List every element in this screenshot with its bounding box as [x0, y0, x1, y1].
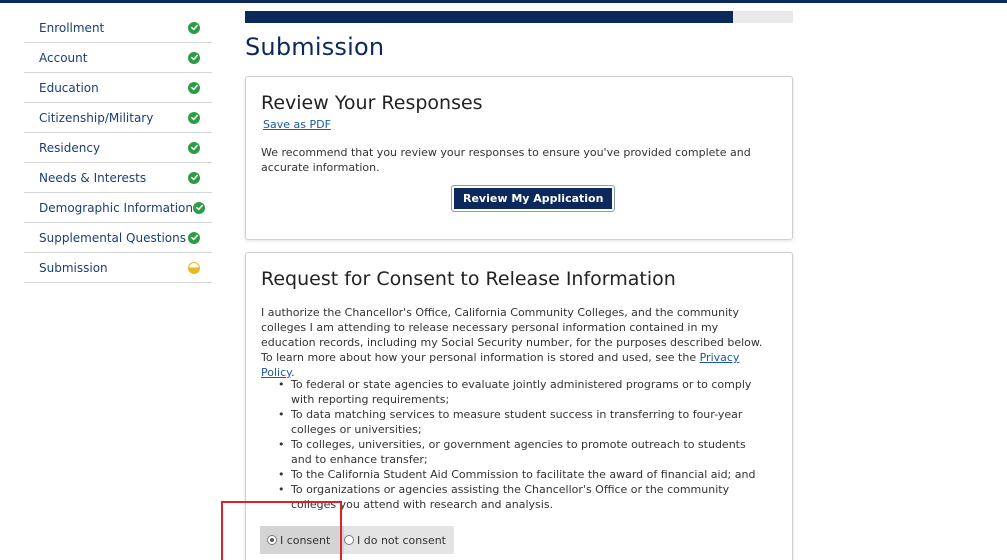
i-do-not-consent-option[interactable]: I do not consent — [344, 526, 446, 554]
review-responses-card: Review Your Responses Save as PDF We rec… — [245, 76, 793, 240]
i-consent-radio[interactable] — [267, 535, 277, 545]
half-circle-icon — [188, 261, 200, 274]
review-recommendation-text: We recommend that you review your respon… — [261, 146, 751, 174]
sidebar-item-label: Submission — [39, 260, 108, 275]
i-consent-label: I consent — [280, 533, 331, 547]
sidebar-item-education[interactable]: Education — [24, 73, 212, 103]
sidebar-item-account[interactable]: Account — [24, 43, 212, 73]
check-circle-icon — [188, 171, 200, 184]
sidebar-item-label: Citizenship/Military — [39, 110, 154, 125]
sidebar-item-citizenship-military[interactable]: Citizenship/Military — [24, 103, 212, 133]
consent-heading: Request for Consent to Release Informati… — [261, 268, 676, 290]
i-do-not-consent-radio[interactable] — [344, 535, 354, 545]
i-do-not-consent-label: I do not consent — [357, 533, 446, 547]
consent-authorization-body: I authorize the Chancellor's Office, Cal… — [261, 306, 763, 364]
top-accent-bar — [0, 0, 1007, 3]
list-item: To colleges, universities, or government… — [276, 437, 766, 467]
sidebar-item-label: Account — [39, 50, 88, 65]
sidebar-item-enrollment[interactable]: Enrollment — [24, 13, 212, 43]
sidebar-item-needs-interests[interactable]: Needs & Interests — [24, 163, 212, 193]
consent-purposes-list: To federal or state agencies to evaluate… — [276, 377, 766, 512]
check-circle-icon — [188, 231, 200, 244]
sidebar-item-label: Needs & Interests — [39, 170, 147, 185]
list-item: To federal or state agencies to evaluate… — [276, 377, 766, 407]
sidebar-item-label: Education — [39, 80, 99, 95]
page-title: Submission — [245, 33, 385, 61]
check-circle-icon — [188, 21, 200, 34]
consent-card: Request for Consent to Release Informati… — [245, 252, 793, 560]
review-responses-heading: Review Your Responses — [261, 92, 483, 114]
sidebar-item-residency[interactable]: Residency — [24, 133, 212, 163]
sidebar-item-label: Residency — [39, 140, 101, 155]
consent-authorization-text: I authorize the Chancellor's Office, Cal… — [261, 305, 776, 380]
sidebar-item-label: Enrollment — [39, 20, 105, 35]
progress-bar-fill — [245, 11, 733, 23]
sidebar-item-label: Supplemental Questions — [39, 230, 186, 245]
check-circle-icon — [188, 51, 200, 64]
consent-radio-group: I consent I do not consent — [260, 526, 454, 554]
sidebar-item-submission[interactable]: Submission — [24, 253, 212, 283]
check-circle-icon — [193, 201, 205, 214]
application-progress-bar — [245, 11, 793, 23]
check-circle-icon — [188, 81, 200, 94]
sidebar-item-label: Demographic Information — [39, 200, 193, 215]
list-item: To the California Student Aid Commission… — [276, 467, 766, 482]
i-consent-option[interactable]: I consent — [260, 526, 344, 554]
check-circle-icon — [188, 111, 200, 124]
sidebar-item-supplemental-questions[interactable]: Supplemental Questions — [24, 223, 212, 253]
list-item: To organizations or agencies assisting t… — [276, 482, 766, 512]
list-item: To data matching services to measure stu… — [276, 407, 766, 437]
check-circle-icon — [188, 141, 200, 154]
sidebar-item-demographic-information[interactable]: Demographic Information — [24, 193, 212, 223]
save-as-pdf-link[interactable]: Save as PDF — [263, 118, 331, 131]
review-my-application-button[interactable]: Review My Application — [450, 185, 616, 212]
section-nav: Enrollment Account Education Citizenship… — [24, 13, 212, 283]
